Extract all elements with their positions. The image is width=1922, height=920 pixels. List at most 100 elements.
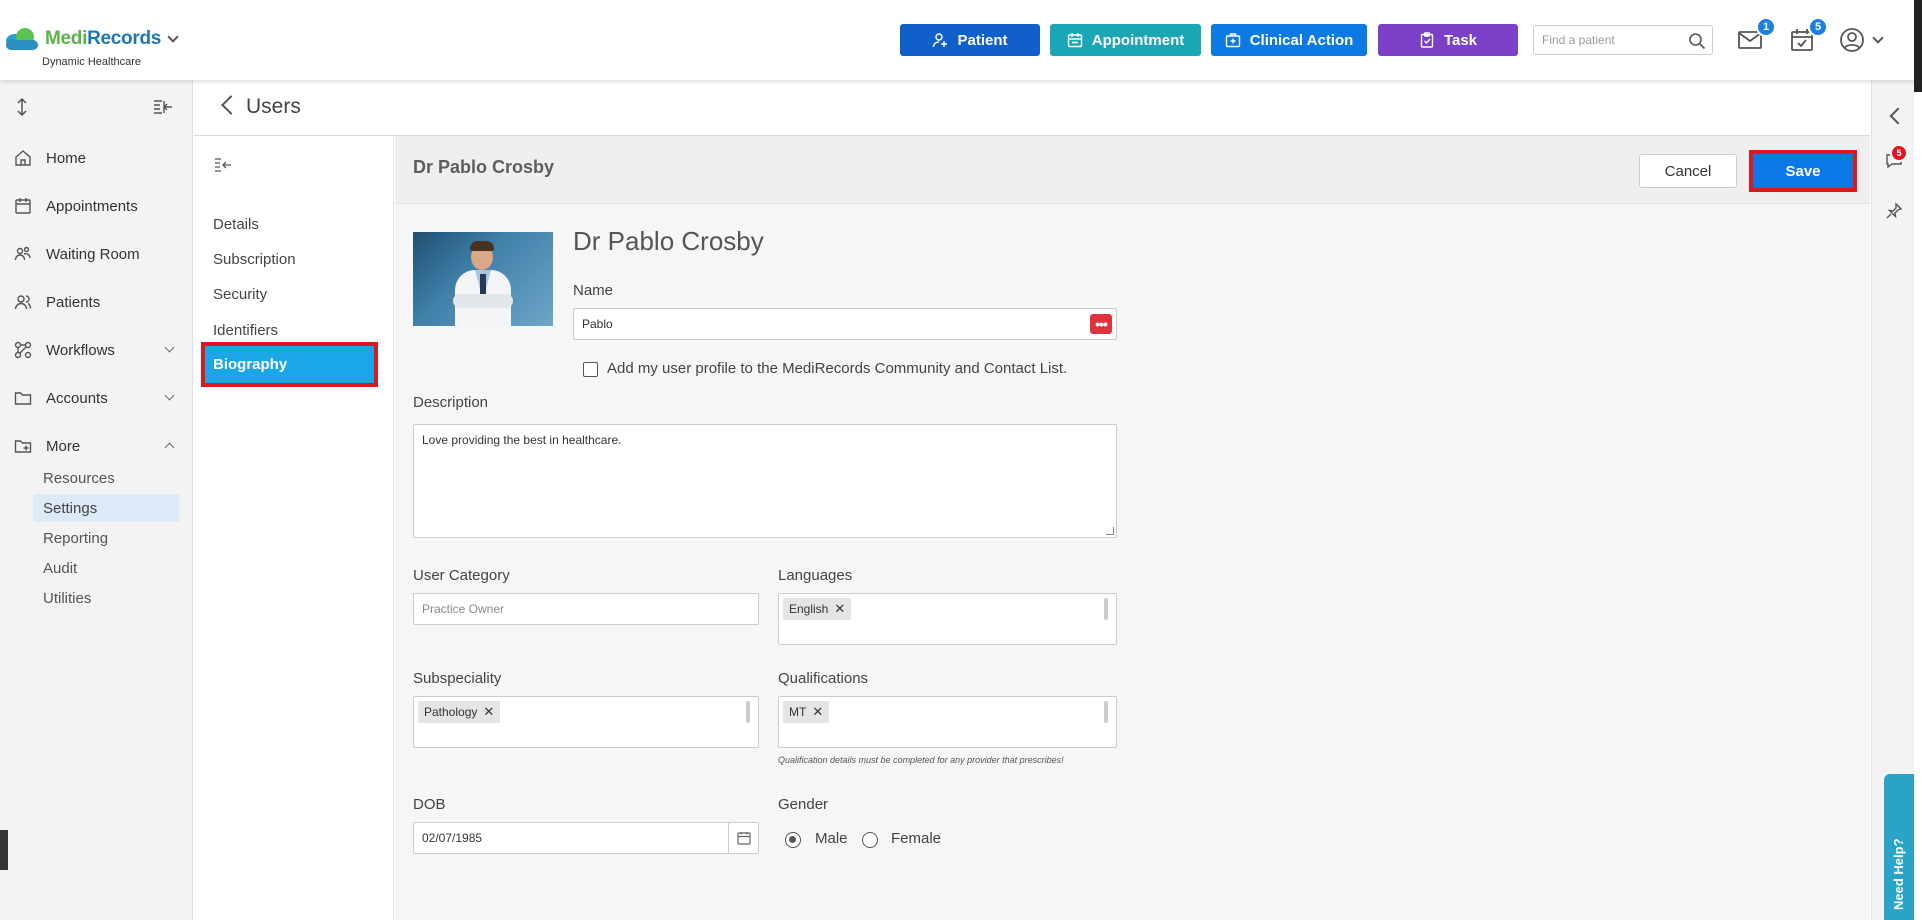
patient-search[interactable] xyxy=(1533,25,1713,55)
profile-photo[interactable] xyxy=(413,232,553,326)
user-category-field[interactable]: Practice Owner xyxy=(413,593,759,625)
users-icon xyxy=(14,295,32,310)
new-appointment-button[interactable]: Appointment xyxy=(1050,24,1201,56)
qualifications-note: Qualification details must be completed … xyxy=(778,755,1064,765)
left-edge-tab[interactable] xyxy=(0,830,8,870)
gender-male-label: Male xyxy=(815,830,848,847)
new-appointment-label: Appointment xyxy=(1091,31,1185,49)
subnav-details[interactable]: Details xyxy=(213,216,259,233)
subnav-biography[interactable]: Biography xyxy=(201,342,378,387)
top-header: MediRecords Dynamic Healthcare Patient A… xyxy=(0,0,1922,80)
sidebar-item-accounts[interactable]: Accounts xyxy=(14,386,179,410)
remove-tag-icon[interactable]: ✕ xyxy=(834,601,845,617)
sidebar-item-label: More xyxy=(46,437,81,455)
user-category-placeholder: Practice Owner xyxy=(422,602,505,616)
gender-female-radio[interactable] xyxy=(862,832,878,848)
expand-vertical-icon[interactable] xyxy=(14,98,30,116)
description-value: Love providing the best in healthcare. xyxy=(422,433,622,447)
more-options-icon[interactable]: ••• xyxy=(1090,314,1112,334)
pin-icon[interactable] xyxy=(1885,202,1903,220)
qualifications-field[interactable]: MT ✕ xyxy=(778,696,1117,748)
need-help-label: Need Help? xyxy=(1891,838,1906,910)
field-scrollbar[interactable] xyxy=(746,701,750,723)
sidebar-item-label: Home xyxy=(46,149,87,167)
chevron-down-icon xyxy=(164,390,175,401)
collapse-panel-icon[interactable] xyxy=(214,158,232,172)
user-circle-icon xyxy=(1840,28,1864,52)
field-scrollbar[interactable] xyxy=(1104,701,1108,723)
cancel-button[interactable]: Cancel xyxy=(1639,154,1737,188)
sidebar-item-more[interactable]: More xyxy=(14,434,179,458)
sidebar-item-workflows[interactable]: Workflows xyxy=(14,338,179,362)
sidebar-item-label: Patients xyxy=(46,293,101,311)
need-help-tab[interactable]: Need Help? xyxy=(1884,774,1914,920)
expand-panel-icon[interactable] xyxy=(1889,107,1907,125)
window-scrollbar[interactable] xyxy=(1914,0,1922,92)
clinical-action-button[interactable]: Clinical Action xyxy=(1211,24,1367,56)
user-plus-icon xyxy=(933,33,948,48)
user-menu-button[interactable] xyxy=(1838,26,1866,54)
languages-field[interactable]: English ✕ xyxy=(778,593,1117,645)
folder-plus-icon xyxy=(14,440,32,453)
subnav-subscription[interactable]: Subscription xyxy=(213,251,296,268)
sidebar-item-label: Workflows xyxy=(46,341,115,359)
clinical-action-label: Clinical Action xyxy=(1249,31,1354,49)
tasks-button[interactable]: 5 xyxy=(1788,17,1828,54)
description-label: Description xyxy=(413,394,489,411)
languages-label: Languages xyxy=(778,567,853,584)
chevron-down-icon[interactable] xyxy=(167,30,179,43)
mail-button[interactable]: 1 xyxy=(1736,17,1776,54)
workflow-icon xyxy=(14,341,32,359)
sidebar-subitem-utilities[interactable]: Utilities xyxy=(33,584,179,612)
language-tag: English ✕ xyxy=(783,598,852,620)
sidebar-item-waiting-room[interactable]: Waiting Room xyxy=(14,242,179,266)
name-field[interactable]: Pablo ••• xyxy=(573,308,1117,340)
new-task-label: Task xyxy=(1443,31,1478,49)
sidebar-item-home[interactable]: Home xyxy=(14,146,179,170)
chevron-up-icon xyxy=(164,442,175,453)
gender-male-radio[interactable] xyxy=(785,832,801,848)
remove-tag-icon[interactable]: ✕ xyxy=(812,704,823,720)
clipboard-icon xyxy=(1420,32,1434,48)
chevron-down-icon[interactable] xyxy=(1872,32,1884,44)
description-textarea[interactable]: Love providing the best in healthcare. xyxy=(413,424,1117,538)
brand-name: MediRecords xyxy=(45,28,162,49)
resize-grip-icon[interactable] xyxy=(1106,527,1114,535)
chevron-down-icon xyxy=(164,342,175,353)
subspeciality-tag: Pathology ✕ xyxy=(418,701,501,723)
panel-header: Dr Pablo Crosby Cancel Save xyxy=(395,136,1870,204)
patient-search-input[interactable] xyxy=(1542,33,1682,47)
community-checkbox-label: Add my user profile to the MediRecords C… xyxy=(607,360,1068,377)
cloud-logo-icon xyxy=(4,28,40,50)
sidebar-subitem-resources[interactable]: Resources xyxy=(33,464,179,492)
biography-panel: Dr Pablo Crosby Cancel Save Dr Pablo Cro… xyxy=(395,136,1870,920)
name-value: Pablo xyxy=(582,317,613,331)
folder-icon xyxy=(14,392,32,405)
sidebar-item-appointments[interactable]: Appointments xyxy=(14,194,179,218)
mail-count-badge: 1 xyxy=(1756,17,1776,37)
community-checkbox[interactable] xyxy=(583,362,598,377)
subspeciality-field[interactable]: Pathology ✕ xyxy=(413,696,759,748)
sidebar-item-patients[interactable]: Patients xyxy=(14,290,179,314)
collapse-sidebar-icon[interactable] xyxy=(153,100,173,114)
home-icon xyxy=(15,150,31,166)
sidebar-item-label: Appointments xyxy=(46,197,138,215)
new-patient-button[interactable]: Patient xyxy=(900,24,1040,56)
subnav-security[interactable]: Security xyxy=(213,286,267,303)
save-button[interactable]: Save xyxy=(1753,154,1853,188)
field-scrollbar[interactable] xyxy=(1104,598,1108,620)
new-task-button[interactable]: Task xyxy=(1378,24,1518,56)
gender-female-label: Female xyxy=(891,830,942,847)
name-label: Name xyxy=(573,282,614,299)
sidebar-subitem-audit[interactable]: Audit xyxy=(33,554,179,582)
search-icon[interactable] xyxy=(1688,32,1706,50)
subspeciality-label: Subspeciality xyxy=(413,670,502,687)
sidebar-subitem-settings[interactable]: Settings xyxy=(33,494,179,522)
back-arrow-icon[interactable] xyxy=(221,95,241,115)
calendar-picker-icon[interactable] xyxy=(728,823,758,853)
brand-logo[interactable]: MediRecords xyxy=(4,28,179,50)
sidebar-subitem-reporting[interactable]: Reporting xyxy=(33,524,179,552)
subnav-identifiers[interactable]: Identifiers xyxy=(213,322,278,339)
dob-field[interactable]: 02/07/1985 xyxy=(413,822,759,854)
remove-tag-icon[interactable]: ✕ xyxy=(483,704,494,720)
